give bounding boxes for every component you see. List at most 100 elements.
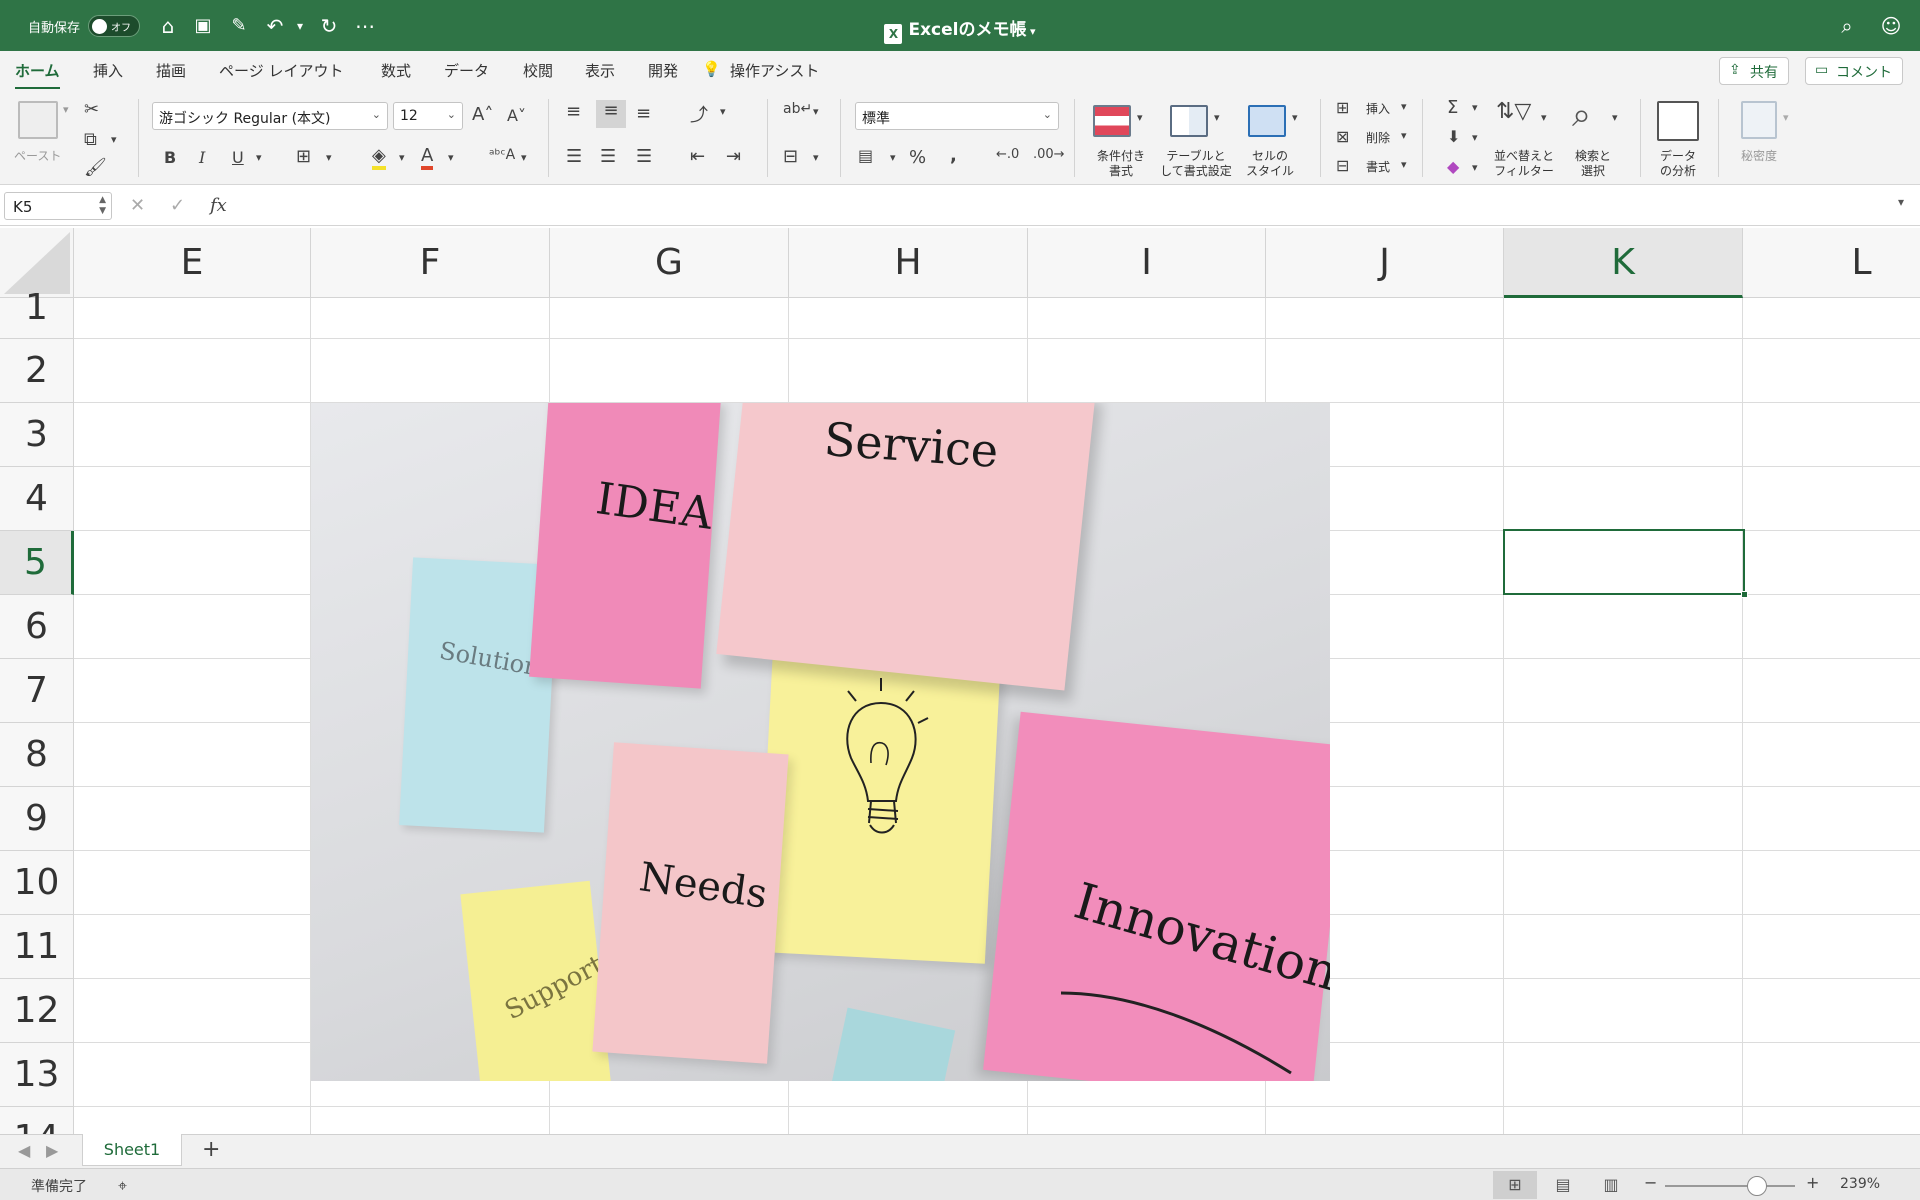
format-dropdown-icon[interactable]: ▾ <box>1401 158 1407 171</box>
tell-me-search[interactable]: 操作アシスト <box>730 60 819 81</box>
autosum-dropdown-icon[interactable]: ▾ <box>1472 101 1478 114</box>
enter-icon[interactable]: ✓ <box>170 195 185 216</box>
underline-dropdown-icon[interactable]: ▾ <box>256 151 262 164</box>
cancel-icon[interactable]: ✕ <box>130 195 145 216</box>
tab-review[interactable]: 校閲 <box>523 60 553 81</box>
row-header-6[interactable]: 6 <box>0 595 74 659</box>
row-header-12[interactable]: 12 <box>0 979 74 1043</box>
merge-center-icon[interactable]: ⊟ <box>783 146 798 167</box>
copy-dropdown-icon[interactable]: ▾ <box>111 133 117 146</box>
row-header-4[interactable]: 4 <box>0 467 74 531</box>
tab-developer[interactable]: 開発 <box>648 60 678 81</box>
number-format-select[interactable]: 標準 ⌄ <box>855 102 1059 130</box>
merge-dropdown-icon[interactable]: ▾ <box>813 151 819 164</box>
font-name-select[interactable]: 游ゴシック Regular (本文) ⌄ <box>152 102 388 130</box>
align-left-icon[interactable]: ☰ <box>566 146 582 167</box>
column-header-H[interactable]: H <box>789 228 1028 298</box>
tab-insert[interactable]: 挿入 <box>93 60 123 81</box>
column-header-K[interactable]: K <box>1504 228 1743 298</box>
font-size-select[interactable]: 12 ⌄ <box>393 102 463 130</box>
conditional-format-icon[interactable] <box>1093 105 1131 137</box>
borders-icon[interactable]: ⊞ <box>296 146 311 167</box>
row-header-3[interactable]: 3 <box>0 403 74 467</box>
format-cells-label[interactable]: 書式 <box>1366 160 1390 175</box>
zoom-slider-track[interactable] <box>1665 1185 1795 1187</box>
format-as-table-dropdown-icon[interactable]: ▾ <box>1214 111 1220 124</box>
prev-sheet-icon[interactable]: ◀ <box>18 1141 30 1160</box>
align-right-icon[interactable]: ☰ <box>636 146 652 167</box>
wrap-text-icon[interactable]: ab↵ <box>783 101 812 117</box>
align-middle-icon[interactable]: ≡ <box>596 100 626 128</box>
align-bottom-icon[interactable]: ≡ <box>636 103 651 124</box>
sensitivity-dropdown-icon[interactable]: ▾ <box>1783 111 1789 124</box>
row-header-13[interactable]: 13 <box>0 1043 74 1107</box>
increase-font-icon[interactable]: A˄ <box>472 104 493 125</box>
insert-cells-label[interactable]: 挿入 <box>1366 102 1390 117</box>
column-header-I[interactable]: I <box>1028 228 1266 298</box>
cut-icon[interactable]: ✂ <box>84 99 99 120</box>
sensitivity-icon[interactable] <box>1741 101 1777 139</box>
conditional-format-dropdown-icon[interactable]: ▾ <box>1137 111 1143 124</box>
tab-home[interactable]: ホーム <box>15 60 60 90</box>
account-icon[interactable]: ☺ <box>1878 13 1904 39</box>
column-header-E[interactable]: E <box>74 228 311 298</box>
fill-dropdown-icon[interactable]: ▾ <box>1472 131 1478 144</box>
paste-icon[interactable] <box>18 101 58 139</box>
page-break-view-icon[interactable]: ▥ <box>1589 1171 1633 1199</box>
find-select-dropdown-icon[interactable]: ▾ <box>1612 111 1618 124</box>
fill-color-icon[interactable]: ◈ <box>372 145 386 170</box>
comma-style-icon[interactable]: , <box>950 145 957 166</box>
accessibility-icon[interactable]: ⌖ <box>118 1176 127 1196</box>
delete-cells-icon[interactable]: ⊠ <box>1336 127 1349 146</box>
borders-dropdown-icon[interactable]: ▾ <box>326 151 332 164</box>
decrease-indent-icon[interactable]: ⇤ <box>690 146 705 167</box>
align-center-icon[interactable]: ☰ <box>600 146 616 167</box>
document-title[interactable]: X Excelのメモ帳 ▾ <box>0 15 1920 44</box>
sticky-notes-picture[interactable]: Solution IDEA Support Service Needs Inno… <box>311 403 1330 1081</box>
row-header-2[interactable]: 2 <box>0 339 74 403</box>
next-sheet-icon[interactable]: ▶ <box>46 1141 58 1160</box>
clear-icon[interactable]: ◆ <box>1447 157 1459 176</box>
decrease-decimal-icon[interactable]: .00→ <box>1033 147 1065 162</box>
phonetic-icon[interactable]: ᵃᵇᶜA <box>489 147 515 163</box>
wrap-dropdown-icon[interactable]: ▾ <box>813 105 819 118</box>
tab-view[interactable]: 表示 <box>585 60 615 81</box>
fill-handle[interactable] <box>1741 591 1748 598</box>
tab-draw[interactable]: 描画 <box>156 60 186 81</box>
row-header-11[interactable]: 11 <box>0 915 74 979</box>
normal-view-icon[interactable]: ⊞ <box>1493 1171 1537 1199</box>
row-header-1[interactable]: 1 <box>0 290 74 339</box>
insert-cells-icon[interactable]: ⊞ <box>1336 98 1349 117</box>
orientation-icon[interactable]: ⤴ <box>690 101 708 127</box>
zoom-level[interactable]: 239% <box>1840 1176 1880 1192</box>
delete-dropdown-icon[interactable]: ▾ <box>1401 129 1407 142</box>
column-header-G[interactable]: G <box>550 228 789 298</box>
percent-icon[interactable]: % <box>909 147 926 168</box>
zoom-in-icon[interactable]: + <box>1806 1173 1819 1192</box>
comments-button[interactable]: ▭ コメント <box>1805 57 1903 85</box>
font-color-dropdown-icon[interactable]: ▾ <box>448 151 454 164</box>
cell-styles-icon[interactable] <box>1248 105 1286 137</box>
find-select-icon[interactable]: ⌕ <box>1572 95 1591 135</box>
bold-icon[interactable]: B <box>164 148 176 167</box>
sort-filter-dropdown-icon[interactable]: ▾ <box>1541 111 1547 124</box>
tab-data[interactable]: データ <box>444 60 489 81</box>
selected-cell-K5[interactable] <box>1503 529 1748 598</box>
clear-dropdown-icon[interactable]: ▾ <box>1472 161 1478 174</box>
tab-page-layout[interactable]: ページ レイアウト <box>219 60 343 81</box>
name-box[interactable]: K5 ▲ ▼ <box>4 192 112 220</box>
row-header-5[interactable]: 5 <box>0 531 74 595</box>
paste-dropdown-icon[interactable]: ▾ <box>63 103 69 116</box>
row-header-9[interactable]: 9 <box>0 787 74 851</box>
increase-decimal-icon[interactable]: ←.0 <box>996 147 1019 162</box>
format-as-table-icon[interactable] <box>1170 105 1208 137</box>
sort-filter-icon[interactable]: ⇅▽ <box>1496 99 1531 124</box>
analyze-data-icon[interactable] <box>1657 101 1699 141</box>
accounting-format-icon[interactable]: ▤ <box>858 146 873 165</box>
sheet-tab-sheet1[interactable]: Sheet1 <box>82 1134 182 1166</box>
insert-dropdown-icon[interactable]: ▾ <box>1401 100 1407 113</box>
delete-cells-label[interactable]: 削除 <box>1366 131 1390 146</box>
column-header-L[interactable]: L <box>1743 228 1920 298</box>
increase-indent-icon[interactable]: ⇥ <box>726 146 741 167</box>
accounting-dropdown-icon[interactable]: ▾ <box>890 151 896 164</box>
